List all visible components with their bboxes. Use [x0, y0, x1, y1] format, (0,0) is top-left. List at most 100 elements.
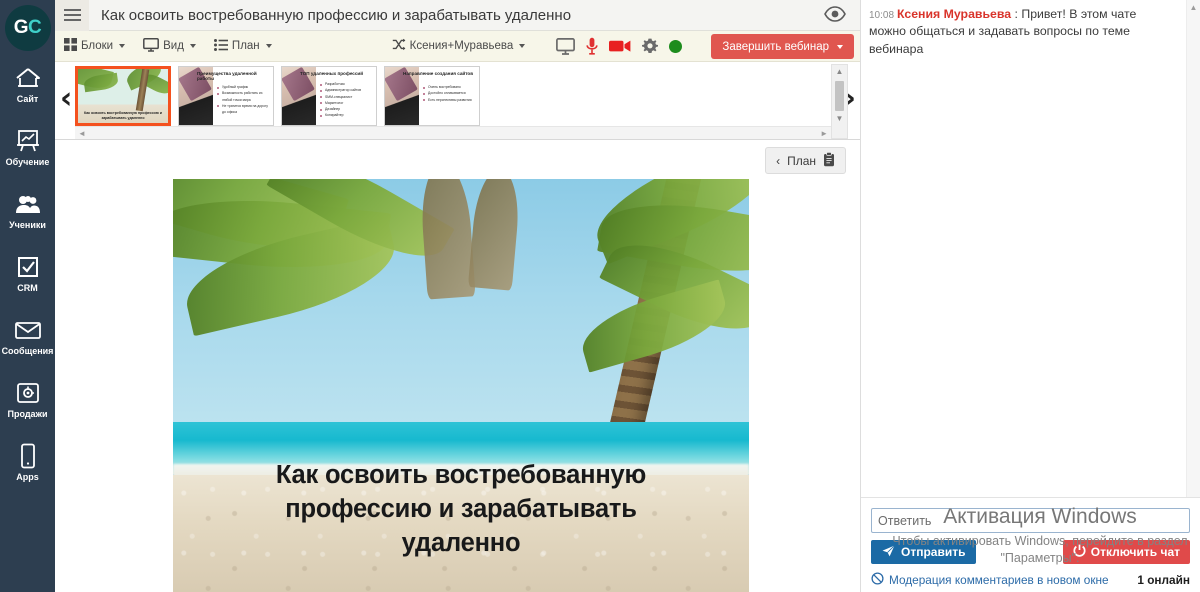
strip-prev-arrow[interactable]: ‹ [60, 84, 72, 114]
chevron-down-icon [189, 44, 196, 48]
sidebar-item-apps[interactable]: Apps [0, 433, 55, 487]
chat-message-time: 10:08 [869, 10, 895, 21]
slide-thumbnail-4[interactable]: Направление создания сайтов Очень востре… [384, 66, 480, 126]
power-icon [1073, 544, 1086, 560]
toolbar-menu-plan[interactable]: План [205, 31, 281, 62]
chat-message-separator: : [1011, 7, 1022, 21]
chat-button-row: Отправить Отключить чат [871, 540, 1190, 564]
grid-blocks-icon [64, 38, 77, 54]
chat-reply-input[interactable] [871, 508, 1190, 533]
chat-panel: 10:08 Ксения Муравьева : Привет! В этом ч… [860, 0, 1200, 592]
chat-send-button[interactable]: Отправить [871, 540, 977, 564]
chevron-down-icon [837, 44, 843, 49]
thumbnail-4-bullet-3: Есть перспективы развития [423, 97, 477, 103]
chat-message-author: Ксения Муравьева [897, 7, 1012, 21]
thumbnail-3-bullets: Разработчик Администратор сайтов SMM-спе… [320, 81, 374, 119]
sidebar-label-site: Сайт [16, 94, 39, 104]
chat-online-count: 1 онлайн [1137, 573, 1190, 587]
slide-thumbnail-strip: ‹ › Как освоить востребованную профессию… [55, 62, 860, 140]
toolbar-menu-view[interactable]: Вид [134, 31, 205, 62]
camera-icon[interactable] [609, 39, 631, 53]
thumbnail-2-bullet-2: Возможность работать из любой точки мира [217, 90, 271, 103]
chat-message: 10:08 Ксения Муравьева : Привет! В этом ч… [869, 6, 1176, 58]
chat-footer-row: Модерация комментариев в новом окне 1 он… [871, 572, 1190, 588]
slide-title-line-3: удаленно [401, 528, 521, 557]
chat-scroll-up-arrow[interactable]: ▲ [1187, 0, 1200, 12]
sidebar-label-apps: Apps [16, 472, 39, 482]
toolbar-presenter-selector[interactable]: Ксения+Муравьева [383, 31, 535, 62]
toolbar-menu-blocks[interactable]: Блоки [55, 31, 134, 62]
safe-icon [15, 379, 41, 406]
chevron-down-icon [119, 44, 126, 48]
strip-vertical-scrollbar[interactable]: ▲ ▼ [831, 64, 848, 139]
strip-horizontal-scrollbar[interactable]: ◄ ► [75, 126, 831, 139]
sidebar-label-messages: Сообщения [1, 346, 54, 356]
paper-plane-icon [882, 544, 895, 560]
chat-moderation-label: Модерация комментариев в новом окне [889, 573, 1109, 587]
thumbnail-3-bullet-6: Копирайтер [320, 112, 374, 118]
page-title: Как освоить востребованную профессию и з… [101, 6, 572, 24]
chat-disable-label: Отключить чат [1090, 545, 1180, 559]
thumbnail-1-caption: Как освоить востребованную профессию и з… [83, 110, 162, 120]
thumbnail-2-bullets: Удобный график Возможность работать из л… [217, 84, 271, 115]
chat-disable-button[interactable]: Отключить чат [1062, 540, 1190, 564]
monitor-icon [143, 37, 160, 55]
current-slide[interactable]: Как освоить востребованную профессию и з… [173, 179, 749, 592]
end-webinar-button[interactable]: Завершить вебинар [711, 34, 854, 59]
sidebar-item-site[interactable]: Сайт [0, 55, 55, 109]
presentation-toolbar: Блоки Вид План Ксения+Муравьева Завершит… [55, 31, 860, 62]
toolbar-label-plan: План [231, 40, 260, 52]
scrollbar-thumb[interactable] [835, 81, 844, 111]
scroll-left-arrow[interactable]: ◄ [78, 129, 86, 138]
slide-title-line-1: Как освоить востребованную [275, 461, 647, 489]
scroll-down-arrow[interactable]: ▼ [832, 112, 847, 125]
chevron-down-icon [519, 44, 526, 48]
checkbox-icon [16, 253, 40, 280]
toolbar-label-blocks: Блоки [81, 40, 114, 52]
scroll-right-arrow[interactable]: ► [820, 129, 828, 138]
slide-thumbnail-1[interactable]: Как освоить востребованную профессию и з… [75, 66, 171, 126]
clipboard-icon [823, 151, 835, 170]
sidebar-item-students[interactable]: Ученики [0, 181, 55, 235]
getcourse-logo[interactable]: GC [0, 0, 55, 55]
sidebar-item-training[interactable]: Обучение [0, 118, 55, 172]
screen-share-icon[interactable] [556, 37, 576, 55]
chat-message-list: 10:08 Ксения Муравьева : Привет! В этом ч… [861, 0, 1186, 497]
left-sidebar: GC Сайт Обучение Ученики CRM Сообщения П… [0, 0, 55, 592]
scroll-up-arrow[interactable]: ▲ [832, 65, 847, 78]
thumbnail-4-heading: Направление создания сайтов [403, 71, 474, 76]
sidebar-item-messages[interactable]: Сообщения [0, 307, 55, 361]
no-entry-icon [871, 572, 884, 588]
chat-composer: Отправить Отключить чат Модерация коммен… [861, 497, 1200, 592]
sidebar-label-crm: CRM [17, 283, 38, 293]
phone-icon [19, 442, 37, 469]
thumbnail-2-heading: Преимущества удаленной работы [197, 71, 257, 82]
webinar-app-window: GC Сайт Обучение Ученики CRM Сообщения П… [0, 0, 1200, 592]
toolbar-label-view: Вид [163, 40, 184, 52]
chat-moderation-link[interactable]: Модерация комментариев в новом окне [871, 572, 1109, 588]
toolbar-status-icons [556, 37, 683, 55]
toolbar-presenter-label: Ксения+Муравьева [409, 40, 514, 52]
eye-icon[interactable] [824, 6, 846, 24]
easel-chart-icon [15, 127, 41, 154]
slide-title: Как освоить востребованную профессию и з… [199, 459, 723, 561]
thumbnail-2-bullet-3: Не тратится время на дорогу до офиса [217, 103, 271, 116]
gear-icon[interactable] [642, 38, 659, 54]
hamburger-icon[interactable] [55, 0, 89, 31]
slide-thumbnail-2[interactable]: Преимущества удаленной работы Удобный гр… [178, 66, 274, 126]
plan-toggle-button[interactable]: ‹ План [765, 147, 846, 174]
plan-chevron-left-icon: ‹ [776, 153, 781, 168]
connection-status-dot [669, 39, 683, 53]
microphone-icon[interactable] [586, 37, 598, 55]
thumbnail-list: Как освоить востребованную профессию и з… [75, 66, 830, 128]
chevron-down-icon [265, 44, 272, 48]
thumbnail-3-heading: ТОП удаленных профессий [300, 71, 364, 76]
sidebar-item-crm[interactable]: CRM [0, 244, 55, 298]
slide-thumbnail-3[interactable]: ТОП удаленных профессий Разработчик Адми… [281, 66, 377, 126]
house-icon [15, 64, 41, 91]
plan-button-label: План [787, 153, 816, 168]
chat-scrollbar[interactable]: ▲ [1186, 0, 1200, 497]
sidebar-label-training: Обучение [5, 157, 50, 167]
logo-letter-g: G [13, 16, 29, 38]
sidebar-item-sales[interactable]: Продажи [0, 370, 55, 424]
